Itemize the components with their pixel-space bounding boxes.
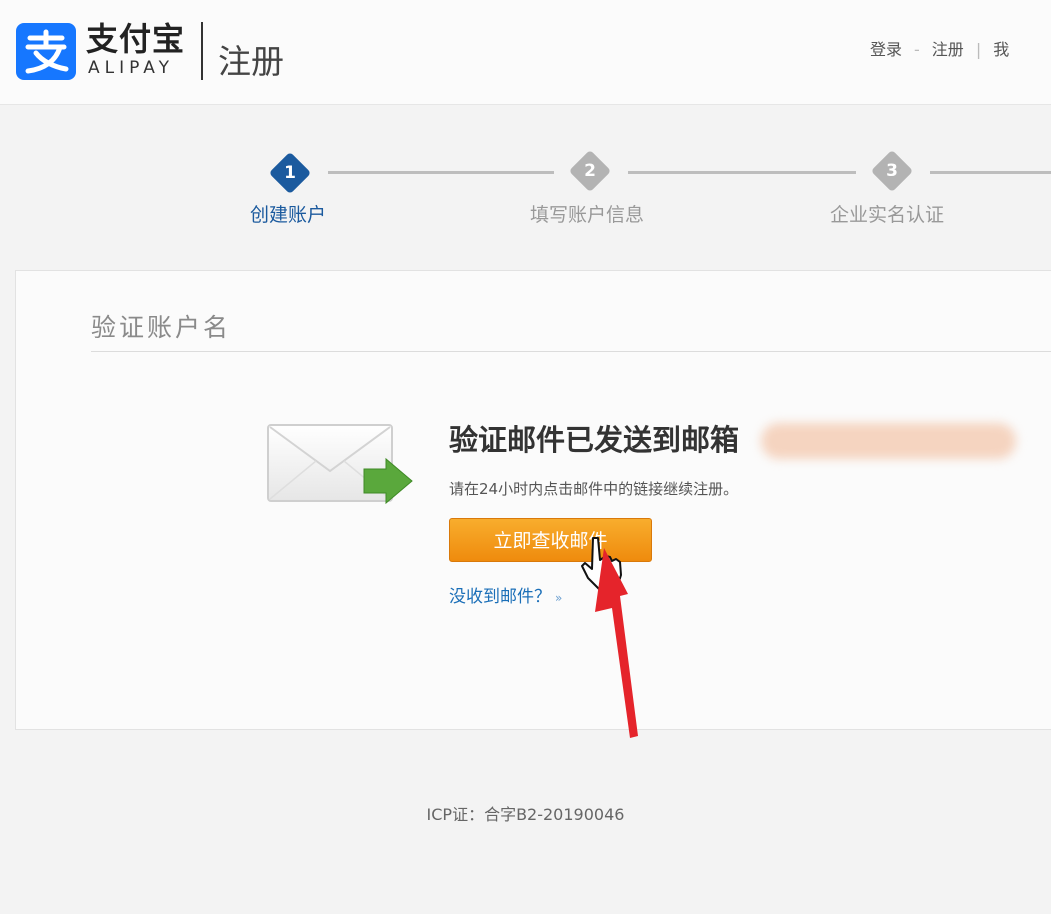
step-connector — [628, 171, 856, 174]
step-connector — [328, 171, 554, 174]
step-2-label: 填写账户信息 — [530, 204, 645, 226]
page-title: 注册 — [218, 42, 284, 81]
verify-description: 请在24小时内点击邮件中的链接继续注册。 — [449, 480, 739, 498]
logo-divider — [201, 22, 203, 80]
login-link[interactable]: 登录 — [870, 40, 902, 60]
register-link[interactable]: 注册 — [932, 40, 964, 60]
logo-text-en: ALIPAY — [88, 58, 174, 78]
verify-card: 验证账户名 验证邮件已发送到邮箱 请在24小时内点击邮件中的链接继续注册。 立即… — [15, 270, 1051, 730]
card-divider — [91, 351, 1051, 352]
no-email-link[interactable]: 没收到邮件？ » — [449, 586, 562, 609]
envelope-icon — [267, 424, 413, 505]
progress-steps: 1 创建账户 2 填写账户信息 3 企业实名认证 — [0, 140, 1051, 240]
step-connector — [930, 171, 1051, 174]
my-account-link[interactable]: 我 — [993, 40, 1009, 60]
nav-separator: - — [914, 40, 920, 59]
check-email-button[interactable]: 立即查收邮件 — [449, 518, 652, 562]
no-email-label[interactable]: 没收到邮件？ — [449, 587, 551, 607]
step-2-number: 2 — [584, 161, 596, 181]
top-nav: 登录 - 注册 | 我 — [870, 40, 1009, 60]
email-address-redacted — [761, 423, 1016, 459]
step-3-label: 企业实名认证 — [830, 204, 945, 226]
header: 支付宝 ALIPAY 注册 登录 - 注册 | 我 — [0, 0, 1051, 105]
alipay-logo-icon[interactable] — [16, 23, 76, 80]
logo-text-cn: 支付宝 — [86, 20, 186, 58]
chevron-down-icon[interactable]: » — [555, 591, 562, 605]
step-1-label: 创建账户 — [250, 204, 327, 226]
nav-divider: | — [975, 40, 982, 59]
step-1-number: 1 — [284, 163, 296, 183]
card-title: 验证账户名 — [91, 313, 232, 342]
verify-title: 验证邮件已发送到邮箱 — [449, 423, 740, 457]
icp-footer: ICP证：合字B2-20190046 — [426, 805, 625, 824]
step-3-number: 3 — [886, 161, 898, 181]
